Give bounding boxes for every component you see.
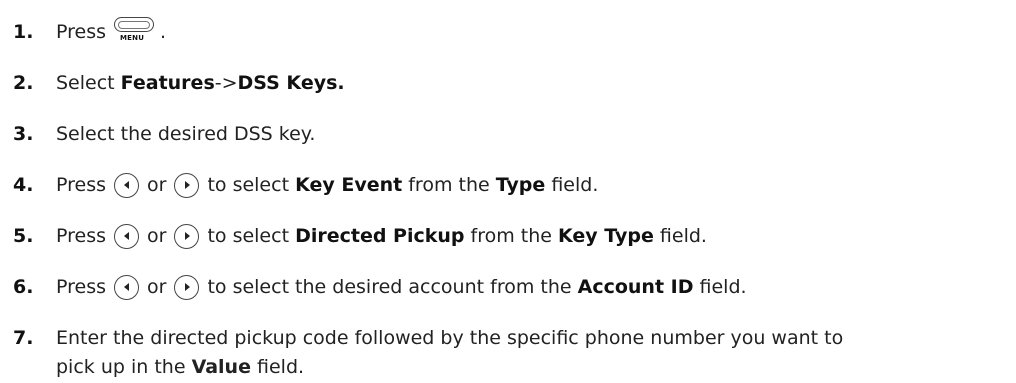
step-text-part: -> — [214, 72, 238, 94]
menu-path-dss-keys: DSS Keys. — [237, 72, 345, 94]
step-text-part: to select — [207, 174, 296, 196]
left-arrow-key-icon — [114, 223, 140, 249]
menu-key-icon: MENU — [112, 17, 156, 47]
step-text-part: Press — [56, 174, 107, 196]
right-arrow-key-icon — [174, 172, 200, 198]
step-number: 2. — [13, 72, 34, 94]
left-arrow-key-icon — [114, 274, 140, 300]
step-7-continuation: pick up in the Value field. — [56, 351, 304, 383]
step-number: 4. — [13, 174, 34, 196]
field-name-value: Value — [191, 356, 251, 378]
step-text: Enter the directed pickup code followed … — [56, 327, 843, 349]
step-text-part: Select — [56, 72, 121, 94]
step-text-part: or — [147, 225, 167, 247]
step-text-part: Select the desired DSS key. — [56, 123, 316, 145]
field-value-directed-pickup: Directed Pickup — [295, 225, 465, 247]
step-2: 2. Select Features -> DSS Keys. — [0, 66, 1016, 100]
field-name-key-type: Key Type — [558, 225, 654, 247]
right-arrow-key-icon — [174, 274, 200, 300]
step-5: 5. Press or to select Directed Pickup fr… — [0, 219, 1016, 253]
menu-path-features: Features — [120, 72, 215, 94]
step-text: Select the desired DSS key. — [56, 123, 315, 145]
field-value-key-event: Key Event — [295, 174, 403, 196]
step-number: 3. — [13, 123, 34, 145]
step-6: 6. Press or to select the desired accoun… — [0, 270, 1016, 304]
step-text-part: Press — [56, 225, 107, 247]
step-text-part: field. — [250, 356, 305, 378]
step-number: 6. — [13, 276, 34, 298]
step-text-part: . — [160, 21, 167, 43]
step-text-part: Press — [56, 21, 107, 43]
step-text-part: to select the desired account from the — [207, 276, 578, 298]
step-text-part: to select — [207, 225, 296, 247]
step-text-part: or — [147, 174, 167, 196]
menu-key-label: MENU — [120, 34, 145, 42]
field-name-account-id: Account ID — [577, 276, 694, 298]
left-arrow-key-icon — [114, 172, 140, 198]
step-number: 7. — [13, 327, 34, 349]
right-arrow-key-icon — [174, 223, 200, 249]
step-text-part: pick up in the — [56, 356, 192, 378]
step-text: Press MENU . — [56, 17, 166, 47]
step-text: Press or to select the desired account f… — [56, 274, 747, 300]
step-text: Press or to select Directed Pickup from … — [56, 223, 707, 249]
step-text-part: field. — [545, 174, 599, 196]
step-text: Press or to select Key Event from the Ty… — [56, 172, 599, 198]
step-text-part: from the — [402, 174, 496, 196]
step-3: 3. Select the desired DSS key. — [0, 117, 1016, 151]
step-text: Select Features -> DSS Keys. — [56, 72, 345, 94]
field-name-type: Type — [495, 174, 546, 196]
step-number: 5. — [13, 225, 34, 247]
step-text-part: field. — [653, 225, 707, 247]
step-text-part: Press — [56, 276, 107, 298]
step-text-part: or — [147, 276, 167, 298]
step-4: 4. Press or to select Key Event from the… — [0, 168, 1016, 202]
step-7: 7. Enter the directed pickup code follow… — [0, 321, 1016, 355]
step-text-part: field. — [693, 276, 747, 298]
step-number: 1. — [13, 21, 34, 43]
step-text-part: from the — [464, 225, 559, 247]
step-text-part: Enter the directed pickup code followed … — [56, 327, 844, 349]
step-1: 1. Press MENU . — [0, 15, 1016, 49]
